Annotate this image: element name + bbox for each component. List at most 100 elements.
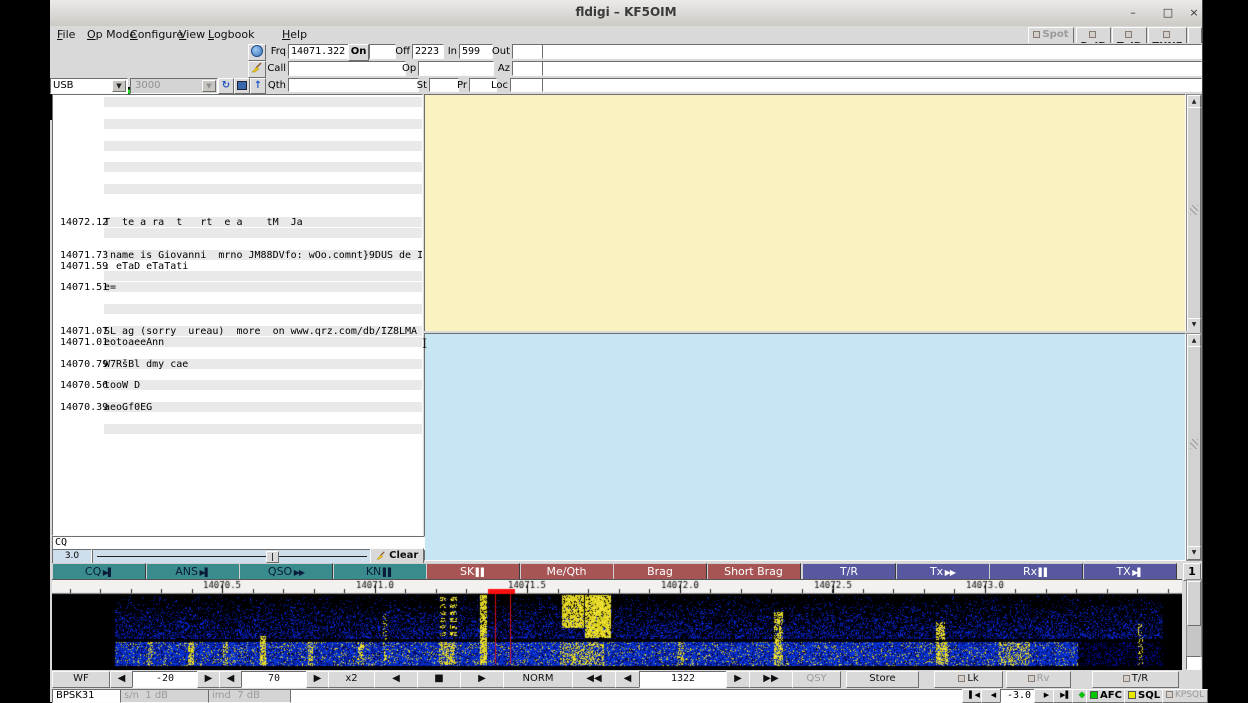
wf-control-row: WF◀-20▶◀70▶x2◀■▶NORM◀◀◀1322▶▶▶QSYStoreLk…: [50, 671, 1202, 686]
close-icon[interactable]: ×: [1186, 6, 1202, 20]
waterfall-slider[interactable]: [1186, 579, 1202, 657]
on-button[interactable]: On: [348, 44, 369, 61]
carrier-freq-field[interactable]: 1322: [639, 671, 727, 688]
menu-view[interactable]: View: [176, 26, 208, 43]
browser-empty-row[interactable]: [104, 141, 422, 151]
mode-status-button[interactable]: BPSK31: [52, 689, 126, 703]
speed-norm-button[interactable]: NORM: [503, 671, 573, 688]
seek-left-button[interactable]: ◀◀: [572, 671, 616, 688]
bandwidth-combo-arrow-icon[interactable]: ▼: [202, 80, 216, 92]
qsy-button: QSY: [792, 671, 841, 688]
loc-field[interactable]: [510, 78, 544, 92]
browser-empty-row[interactable]: [104, 304, 422, 314]
mode-combo-arrow-icon[interactable]: ▼: [112, 80, 126, 92]
rx-scrollbar[interactable]: ▲ ▼: [1186, 94, 1202, 333]
waterfall-slider-thumb[interactable]: [1187, 581, 1201, 626]
txrx-checkbox[interactable]: T/R: [1092, 671, 1179, 688]
screen-icon[interactable]: [234, 78, 250, 94]
qth-field[interactable]: [288, 78, 419, 92]
tx-text-pane[interactable]: [424, 333, 1186, 561]
scroll-right-button[interactable]: ▶: [460, 671, 504, 688]
rx-text-pane[interactable]: [424, 94, 1186, 333]
signal-range-field[interactable]: 70: [241, 671, 307, 688]
notes-field-1[interactable]: [542, 44, 1202, 59]
text-cursor-icon: I: [422, 338, 427, 351]
center-signal-button[interactable]: ■: [417, 671, 461, 688]
op-field[interactable]: [418, 61, 494, 76]
frq-label: Frq: [266, 44, 286, 59]
maximize-icon[interactable]: □: [1160, 6, 1176, 20]
browser-row-14070.56[interactable]: 14070.56tooW D: [53, 380, 422, 391]
globe-icon[interactable]: [248, 44, 266, 61]
browser-row-frequency: 14070.79: [60, 359, 108, 370]
step-left-button[interactable]: ◀: [615, 671, 640, 688]
menu-logbook[interactable]: Logbook: [205, 26, 257, 43]
wf-mode-button[interactable]: WF: [52, 671, 110, 688]
squelch-slider[interactable]: [92, 549, 372, 564]
rxid-button[interactable]: RxID: [1076, 27, 1111, 44]
waterfall-indicator-box: [1186, 656, 1201, 670]
signal-level-field[interactable]: -20: [132, 671, 198, 688]
menu-help[interactable]: Help: [279, 26, 310, 43]
bandwidth-combo[interactable]: 3000 ▼: [130, 78, 218, 94]
txid-checkbox-icon: [1125, 31, 1132, 38]
browser-row-text: SL ag (sorry ureau) more on www.qrz.com/…: [104, 326, 422, 337]
az-label: Az: [492, 61, 510, 76]
rx-scroll-thumb[interactable]: [1187, 107, 1201, 320]
rxid-checkbox-icon: [1089, 31, 1096, 38]
minimize-icon[interactable]: –: [1125, 6, 1141, 20]
st-label: St: [413, 78, 427, 93]
browser-empty-row[interactable]: [104, 97, 422, 107]
browser-empty-row[interactable]: [104, 424, 422, 434]
browser-row-14070.39[interactable]: 14070.39aeoGf0EG: [53, 402, 422, 413]
browser-empty-row[interactable]: [104, 271, 422, 281]
signal-level-up-button[interactable]: ▶: [197, 671, 220, 688]
squelch-slider-handle[interactable]: [266, 551, 279, 563]
off-field[interactable]: 2223: [412, 44, 444, 59]
frequency-shift-field[interactable]: -3.0: [1000, 689, 1038, 703]
browser-row-14071.51[interactable]: 14071.51e=: [53, 282, 422, 293]
browser-empty-row[interactable]: [104, 162, 422, 172]
browser-row-14070.79[interactable]: 14070.79W7RšBl dmy cae: [53, 359, 422, 370]
scroll-left-button[interactable]: ◀: [374, 671, 418, 688]
browser-row-14071.07[interactable]: 14071.07SL ag (sorry ureau) more on www.…: [53, 326, 422, 337]
browser-row-14072.12[interactable]: 14072.12T te a ra t rt e a tM Ja: [53, 217, 422, 228]
browser-empty-row[interactable]: [104, 119, 422, 129]
browser-row-14071.59[interactable]: 14071.59: eTaD eTaTati: [53, 261, 422, 272]
seek-right-button[interactable]: ▶▶: [749, 671, 793, 688]
browser-empty-row[interactable]: [104, 228, 422, 238]
signal-level-down-button[interactable]: ◀: [110, 671, 133, 688]
tune-button[interactable]: TUNE: [1148, 27, 1187, 44]
sync-icon[interactable]: ↻: [218, 78, 234, 94]
signal-browser[interactable]: 14072.12T te a ra t rt e a tM Ja 14071.73…: [52, 94, 423, 536]
menu-file[interactable]: File: [54, 26, 78, 43]
browser-empty-row[interactable]: [104, 184, 422, 194]
lock-checkbox[interactable]: Lk: [934, 671, 1003, 688]
tx-scroll-down-icon[interactable]: ▼: [1187, 546, 1201, 560]
browser-row-text: eotoaeeAnn: [104, 337, 422, 348]
signal-range-down-button[interactable]: ◀: [219, 671, 242, 688]
az-field[interactable]: [512, 61, 544, 76]
kpsql-button[interactable]: KPSQL: [1162, 689, 1208, 703]
store-button[interactable]: Store: [846, 671, 919, 688]
browser-row-text: T te a ra t rt e a tM Ja: [104, 217, 422, 228]
browser-row-14071.01[interactable]: 14071.01eotoaeeAnn: [53, 337, 422, 348]
reverse-checkbox[interactable]: Rv: [1006, 671, 1071, 688]
rx-scroll-down-icon[interactable]: ▼: [1187, 318, 1201, 332]
txid-button[interactable]: TxID: [1112, 27, 1147, 44]
notes-field-3[interactable]: [542, 78, 1202, 92]
tx-scroll-thumb[interactable]: [1187, 346, 1201, 548]
frq-field[interactable]: 14071.322: [288, 44, 352, 59]
waterfall[interactable]: [52, 579, 1182, 670]
step-right-button[interactable]: ▶: [726, 671, 750, 688]
spot-button[interactable]: Spot: [1028, 27, 1074, 44]
mode-combo[interactable]: USB ▼: [50, 78, 128, 94]
zoom-x2-button[interactable]: x2: [328, 671, 375, 688]
browser-row-14071.73[interactable]: 14071.73 name is Giovanni mrno JM88DVfo:…: [53, 250, 422, 261]
browser-row-text: aeoGf0EG: [104, 402, 422, 413]
out-field[interactable]: [512, 44, 544, 59]
call-field[interactable]: [288, 61, 406, 76]
notes-field-2[interactable]: [542, 61, 1202, 76]
tx-scrollbar[interactable]: ▲ ▼: [1186, 333, 1202, 561]
signal-range-up-button[interactable]: ▶: [306, 671, 329, 688]
